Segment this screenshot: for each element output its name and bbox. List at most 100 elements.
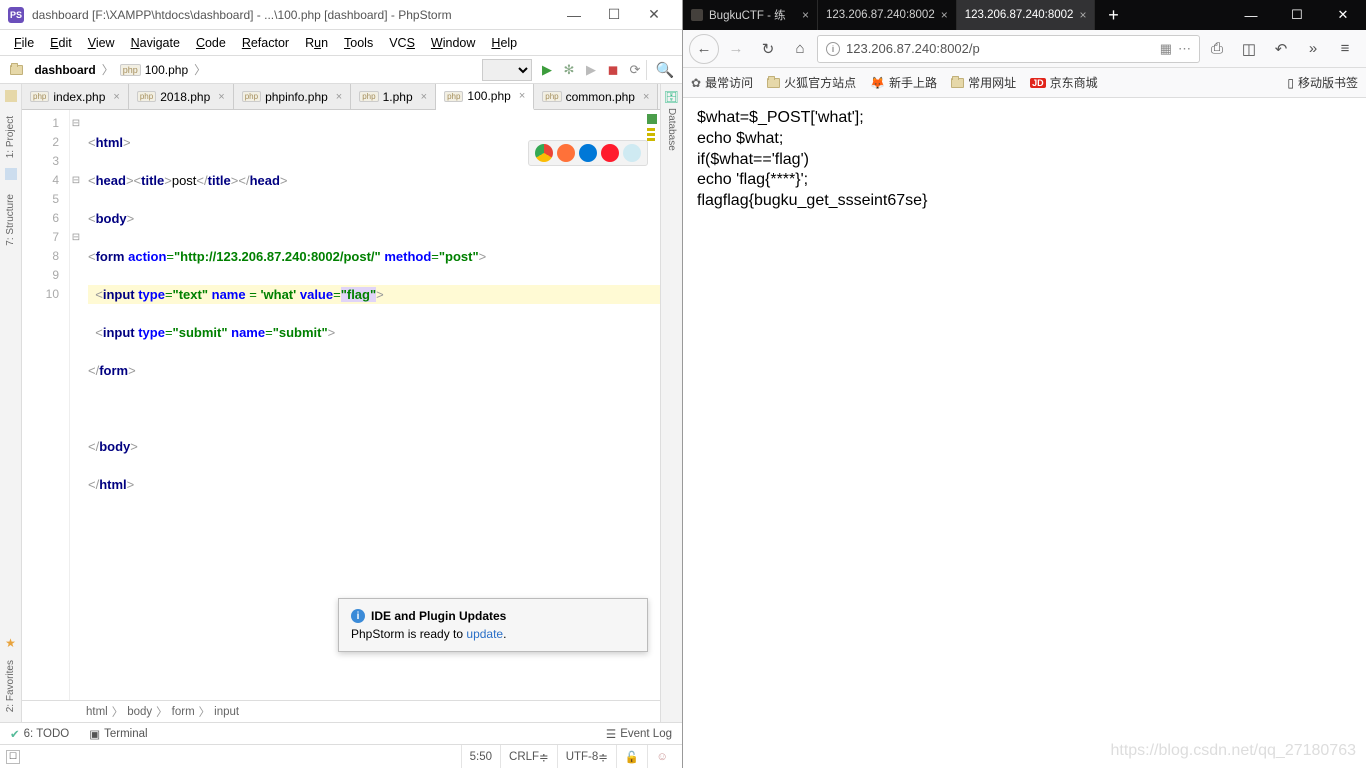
close-icon[interactable]: × (643, 91, 649, 103)
menu-edit[interactable]: Edit (42, 33, 80, 53)
tool-favorites[interactable]: 2: Favorites (5, 660, 16, 712)
status-quick-icon[interactable]: ☐ (6, 750, 20, 764)
nav-file[interactable]: php100.php (116, 63, 192, 77)
crumb-input[interactable]: input (214, 706, 239, 718)
readonly-toggle[interactable]: 🔓 (616, 745, 647, 768)
minimize-button[interactable]: — (554, 7, 594, 23)
status-separator[interactable]: CRLF ≑ (500, 745, 557, 768)
tab-phpinfo[interactable]: phpphpinfo.php× (234, 84, 352, 109)
nav-folder[interactable]: dashboard (6, 63, 100, 77)
menu-bar: File Edit View Navigate Code Refactor Ru… (0, 30, 682, 56)
bookmark-mobile[interactable]: ▯移动版书签 (1287, 74, 1358, 91)
menu-tools[interactable]: Tools (336, 33, 381, 53)
browser-tab-bugku[interactable]: BugkuCTF - 练× (683, 0, 818, 30)
site-info-icon[interactable]: i (826, 42, 840, 56)
bookmark-most-visited[interactable]: ✿最常访问 (691, 74, 753, 91)
debug-button[interactable]: ✻ (558, 59, 580, 81)
code-editor[interactable]: 12345678910 ⊟⊟⊟ <html> <head><title>post… (22, 110, 660, 700)
home-button[interactable]: ⌂ (785, 34, 815, 64)
new-tab-button[interactable]: + (1095, 0, 1131, 30)
menu-refactor[interactable]: Refactor (234, 33, 297, 53)
sidebar-button[interactable]: ◫ (1234, 34, 1264, 64)
bookmark-fx-site[interactable]: 火狐官方站点 (767, 74, 856, 91)
tool-todo[interactable]: ✔6: TODO (0, 727, 79, 741)
tool-database[interactable]: Database (666, 108, 677, 151)
chrome-icon[interactable] (535, 144, 553, 162)
firefox-window: BugkuCTF - 练× 123.206.87.240:8002× 123.2… (683, 0, 1366, 768)
bookmark-newbie[interactable]: 🦊新手上路 (870, 74, 937, 91)
database-icon[interactable]: 🗄 (664, 90, 679, 104)
close-button[interactable]: ✕ (634, 6, 674, 23)
run-button[interactable]: ▶ (536, 59, 558, 81)
close-icon[interactable]: × (218, 91, 224, 103)
url-bar[interactable]: i 123.206.87.240:8002/p ▦ ⋯ (817, 35, 1200, 63)
bookmark-common[interactable]: 常用网址 (951, 74, 1016, 91)
menu-window[interactable]: Window (423, 33, 483, 53)
bookmark-jd[interactable]: JD京东商城 (1030, 74, 1098, 91)
tool-structure[interactable]: 7: Structure (5, 194, 16, 246)
update-button[interactable]: ⟳ (624, 59, 646, 81)
tab-common[interactable]: phpcommon.php× (534, 84, 658, 109)
close-icon[interactable]: × (421, 91, 427, 103)
status-position[interactable]: 5:50 (461, 745, 500, 768)
menu-code[interactable]: Code (188, 33, 234, 53)
coverage-button[interactable]: ▶ (580, 59, 602, 81)
overflow-button[interactable]: » (1298, 34, 1328, 64)
sync-button[interactable]: ↶ (1266, 34, 1296, 64)
menu-button[interactable]: ≡ (1330, 34, 1360, 64)
edge-icon[interactable] (579, 144, 597, 162)
menu-navigate[interactable]: Navigate (123, 33, 188, 53)
tab-index[interactable]: phpindex.php× (22, 84, 129, 109)
close-icon[interactable]: × (519, 90, 525, 102)
analysis-ok-icon (647, 114, 657, 124)
minimize-button[interactable]: — (1228, 0, 1274, 30)
browser-tab-2[interactable]: 123.206.87.240:8002× (957, 0, 1096, 30)
forward-button[interactable]: → (721, 34, 751, 64)
library-button[interactable]: ⎙ (1202, 34, 1232, 64)
maximize-button[interactable]: ☐ (594, 6, 634, 23)
crumb-html[interactable]: html (86, 706, 108, 718)
close-icon[interactable]: × (1079, 8, 1086, 22)
close-icon[interactable]: × (113, 91, 119, 103)
back-button[interactable]: ← (689, 34, 719, 64)
maximize-button[interactable]: ☐ (1274, 0, 1320, 30)
tab-100[interactable]: php100.php× (436, 84, 534, 110)
close-icon[interactable]: × (802, 8, 809, 22)
close-button[interactable]: ✕ (1320, 0, 1366, 30)
tool-terminal[interactable]: ▣Terminal (79, 727, 157, 741)
reload-button[interactable]: ↻ (753, 34, 783, 64)
safari-icon[interactable] (623, 144, 641, 162)
close-icon[interactable]: × (336, 91, 342, 103)
structure-icon[interactable] (5, 168, 17, 180)
browser-tab-1[interactable]: 123.206.87.240:8002× (818, 0, 957, 30)
status-encoding[interactable]: UTF-8 ≑ (557, 745, 616, 768)
close-icon[interactable]: × (941, 8, 948, 22)
crumb-form[interactable]: form (172, 706, 195, 718)
page-content: $what=$_POST['what']; echo $what; if($wh… (683, 98, 1366, 768)
favicon (691, 9, 703, 21)
project-icon[interactable] (5, 90, 17, 102)
hector-icon[interactable]: ☺ (647, 745, 676, 768)
menu-run[interactable]: Run (297, 33, 336, 53)
bookmarks-toolbar: ✿最常访问 火狐官方站点 🦊新手上路 常用网址 JD京东商城 ▯移动版书签 (683, 68, 1366, 98)
content-line: $what=$_POST['what']; (697, 108, 1352, 129)
menu-help[interactable]: Help (483, 33, 525, 53)
qr-icon[interactable]: ▦ (1160, 41, 1172, 57)
menu-file[interactable]: File (6, 33, 42, 53)
tool-project[interactable]: 1: Project (5, 116, 16, 158)
menu-vcs[interactable]: VCS (381, 33, 423, 53)
tab-1[interactable]: php1.php× (351, 84, 436, 109)
update-link[interactable]: update (466, 627, 503, 641)
chevron-icon: 〉 (102, 61, 114, 78)
search-button[interactable]: 🔍 (654, 59, 676, 81)
stop-button[interactable]: ◼ (602, 59, 624, 81)
tab-2018[interactable]: php2018.php× (129, 84, 234, 109)
tool-eventlog[interactable]: ☰Event Log (596, 727, 682, 741)
menu-view[interactable]: View (80, 33, 123, 53)
run-config-select[interactable] (482, 59, 532, 81)
fold-column[interactable]: ⊟⊟⊟ (70, 110, 82, 700)
page-action-icon[interactable]: ⋯ (1178, 41, 1191, 57)
opera-icon[interactable] (601, 144, 619, 162)
firefox-icon[interactable] (557, 144, 575, 162)
crumb-body[interactable]: body (127, 706, 152, 718)
